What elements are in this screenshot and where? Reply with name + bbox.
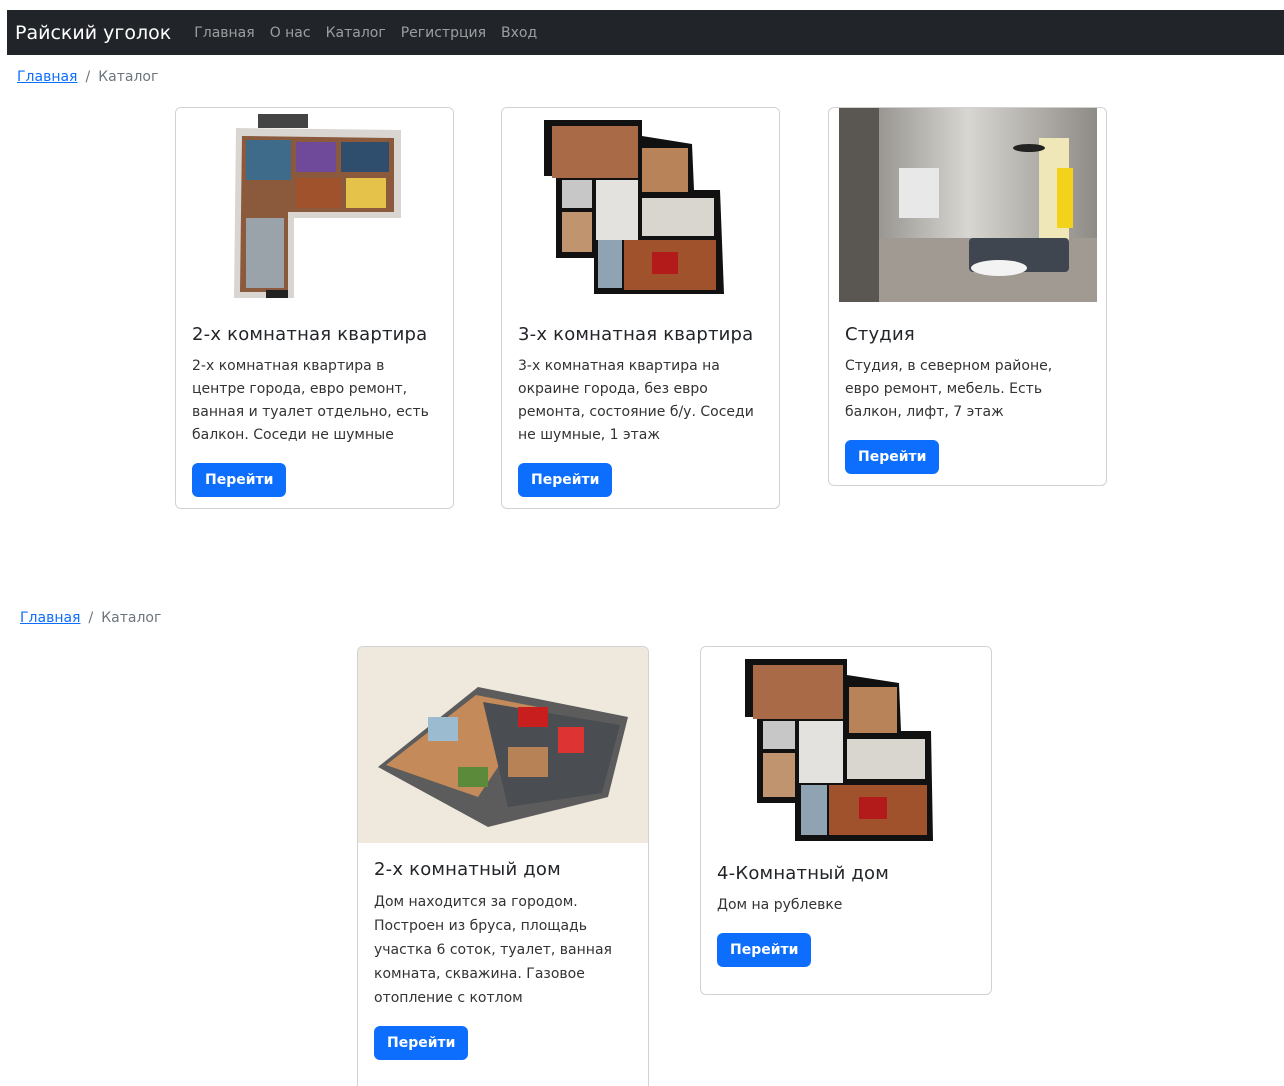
breadcrumb-current: Каталог [101,610,162,626]
card-image-floorplan [176,108,453,308]
breadcrumb-current: Каталог [98,69,159,85]
catalog-card: Студия Студия, в северном районе, евро р… [828,107,1107,486]
card-title: 2-х комнатная квартира [192,324,428,345]
breadcrumb-home-link[interactable]: Главная [20,610,80,626]
nav-link-home[interactable]: Главная [194,25,254,41]
go-button[interactable]: Перейти [717,933,812,967]
breadcrumb-separator: / [85,69,91,85]
breadcrumb-home-link[interactable]: Главная [17,69,77,85]
card-image-floorplan [502,108,779,308]
catalog-card: 2-х комнатная квартира 2-х комнатная ква… [175,107,454,509]
catalog-card: 3-х комнатная квартира 3-х комнатная ква… [501,107,780,509]
card-title: Студия [845,324,915,345]
card-image-house-3d [358,647,648,843]
nav-link-login[interactable]: Вход [501,25,537,41]
go-button[interactable]: Перейти [845,440,940,474]
card-title: 3-х комнатная квартира [518,324,754,345]
card-text: Студия, в северном районе, евро ремонт, … [845,358,1053,420]
nav-link-register[interactable]: Регистрция [401,25,486,41]
go-button[interactable]: Перейти [518,463,613,497]
card-text: Дом на рублевке [717,897,843,913]
card-title: 2-х комнатный дом [374,859,561,880]
nav-link-about[interactable]: О нас [270,25,311,41]
navbar-brand[interactable]: Райский уголок [15,22,171,44]
go-button[interactable]: Перейти [374,1026,469,1060]
catalog-card: 2-х комнатный дом Дом находится за город… [357,646,649,1086]
card-image-studio-interior [829,108,1106,308]
card-image-floorplan [701,647,991,847]
breadcrumb-separator: / [88,610,94,626]
breadcrumb: Главная / Каталог [17,69,158,85]
navbar: Райский уголок Главная О нас Каталог Рег… [7,10,1284,55]
card-title: 4-Комнатный дом [717,863,890,884]
breadcrumb: Главная / Каталог [20,610,161,626]
nav-link-catalog[interactable]: Каталог [326,25,386,41]
go-button[interactable]: Перейти [192,463,287,497]
card-text: 3-х комнатная квартира на окраине города… [518,358,754,443]
card-text: Дом находится за городом. Построен из бр… [374,894,612,1006]
catalog-card: 4-Комнатный дом Дом на рублевке Перейти [700,646,992,995]
card-text: 2-х комнатная квартира в центре города, … [192,358,429,443]
